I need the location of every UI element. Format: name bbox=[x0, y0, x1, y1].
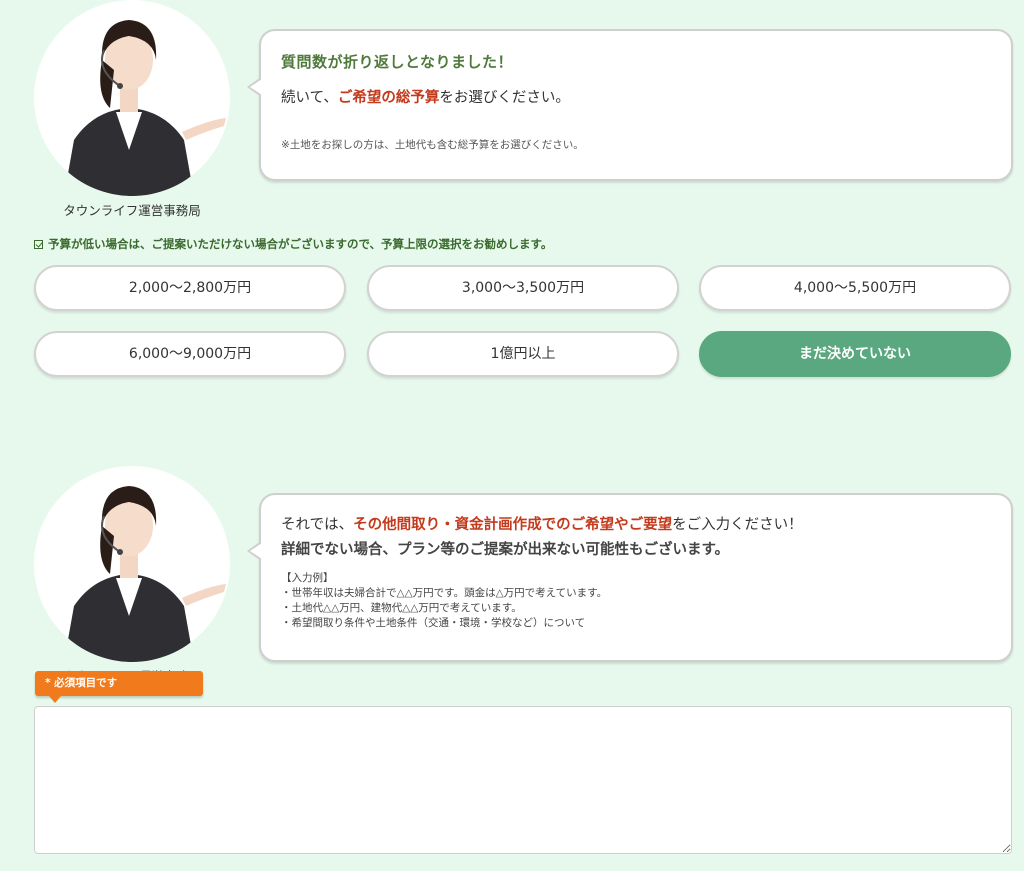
example-item: ・土地代△△万円、建物代△△万円で考えています。 bbox=[281, 602, 522, 614]
agent-name: タウンライフ運営事務局 bbox=[63, 203, 201, 218]
example-item: ・世帯年収は夫婦合計で△△万円です。頭金は△万円で考えています。 bbox=[281, 587, 608, 599]
budget-option-1[interactable]: 2,000〜2,800万円 bbox=[34, 265, 346, 311]
requests-textarea[interactable] bbox=[34, 706, 1012, 854]
budget-hint: 予算が低い場合は、ご提案いただけない場合がございますので、予算上限の選択をお勧め… bbox=[34, 236, 552, 252]
budget-option-2[interactable]: 3,000〜3,500万円 bbox=[367, 265, 679, 311]
agent-illustration bbox=[64, 20, 226, 196]
agent-illustration bbox=[64, 486, 226, 662]
question-emphasis: ご希望の総予算 bbox=[337, 90, 440, 106]
example-item: ・希望間取り条件や土地条件（交通・環境・学校など）について bbox=[281, 617, 586, 629]
question-title: 質問数が折り返しとなりました！ bbox=[281, 53, 514, 71]
question-emphasis: その他間取り・資金計画作成でのご希望やご要望 bbox=[353, 517, 673, 533]
question-text: それでは、その他間取り・資金計画作成でのご希望やご要望をご入力ください！ bbox=[281, 517, 803, 533]
question-bubble-budget: 質問数が折り返しとなりました！ 続いて、ご希望の総予算をお選びください。 ※土地… bbox=[247, 29, 1013, 181]
required-badge: * 必須項目です bbox=[35, 671, 203, 703]
input-example: 【入力例】 ・世帯年収は夫婦合計で△△万円です。頭金は△万円で考えています。 ・… bbox=[281, 571, 991, 631]
agent-avatar bbox=[34, 0, 230, 196]
question-bubble-requests: それでは、その他間取り・資金計画作成でのご希望やご要望をご入力ください！ 詳細で… bbox=[247, 493, 1013, 662]
agent-block-1: タウンライフ運営事務局 bbox=[34, 0, 230, 219]
budget-option-4[interactable]: 6,000〜9,000万円 bbox=[34, 331, 346, 377]
budget-option-undecided[interactable]: まだ決めていない bbox=[699, 331, 1011, 377]
question-text: 続いて、ご希望の総予算をお選びください。 bbox=[281, 90, 570, 106]
question-note: ※土地をお探しの方は、土地代も含む総予算をお選びください。 bbox=[281, 139, 584, 151]
agent-block-2: タウンライフ運営事務局 bbox=[34, 466, 230, 685]
question-warning: 詳細でない場合、プラン等のご提案が出来ない可能性もございます。 bbox=[281, 542, 730, 558]
budget-option-5[interactable]: 1億円以上 bbox=[367, 331, 679, 377]
checkbox-icon bbox=[34, 240, 43, 249]
budget-option-3[interactable]: 4,000〜5,500万円 bbox=[699, 265, 1011, 311]
agent-avatar bbox=[34, 466, 230, 662]
